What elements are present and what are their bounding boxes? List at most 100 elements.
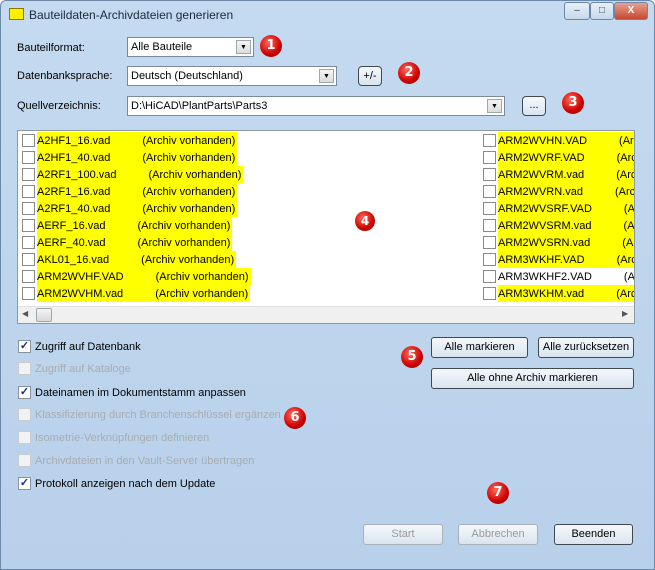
item-checkbox[interactable] — [483, 236, 496, 249]
browse-button[interactable]: ... — [522, 96, 546, 116]
item-checkbox[interactable] — [22, 219, 35, 232]
option-checkbox[interactable]: Isometrie-Verknüpfungen definieren — [18, 431, 209, 444]
callout-marker-2: 2 — [398, 62, 420, 84]
list-item[interactable]: ARM2WVSRM.vad (Arch — [483, 217, 634, 234]
list-item[interactable]: A2HF1_40.vad (Archiv vorhanden) — [22, 149, 251, 166]
start-button[interactable]: Start — [363, 524, 443, 545]
callout-marker-3: 3 — [562, 92, 584, 114]
list-item[interactable]: ARM2WVHF.VAD (Archiv vorhanden) — [22, 268, 251, 285]
archive-status: (Archiv vorhanden) — [137, 219, 231, 232]
item-checkbox[interactable] — [22, 168, 35, 181]
checkbox-box[interactable] — [18, 362, 31, 375]
option-checkbox[interactable]: Zugriff auf Kataloge — [18, 362, 131, 375]
close-button[interactable]: Beenden — [554, 524, 633, 545]
chevron-down-icon[interactable]: ▼ — [236, 40, 251, 54]
datenbanksprache-value: Deutsch (Deutschland) — [131, 70, 243, 82]
list-item[interactable]: ARM3WKHM.vad (Archiv — [483, 285, 634, 302]
item-checkbox[interactable] — [22, 134, 35, 147]
option-label: Archivdateien in den Vault-Server übertr… — [35, 454, 255, 467]
archive-status: (Archiv — [614, 185, 635, 198]
list-item[interactable]: A2HF1_16.vad (Archiv vorhanden) — [22, 132, 251, 149]
item-label: ARM2WVSRN.vad (Arch — [498, 234, 634, 251]
archive-status: (Archiv vorhanden) — [137, 236, 231, 249]
list-item[interactable]: AKL01_16.vad (Archiv vorhanden) — [22, 251, 251, 268]
file-name: AKL01_16.vad — [37, 253, 110, 266]
item-checkbox[interactable] — [483, 134, 496, 147]
mark-all-button[interactable]: Alle markieren — [431, 337, 528, 358]
file-name: A2RF1_16.vad — [37, 185, 111, 198]
archive-status: (Archiv — [619, 134, 634, 147]
list-item[interactable]: ARM2WVHN.VAD (Archiv — [483, 132, 634, 149]
list-item[interactable]: ARM2WVRN.vad (Archiv — [483, 183, 635, 200]
list-item[interactable]: ARM2WVRF.VAD (Archiv — [483, 149, 634, 166]
cancel-button[interactable]: Abbrechen — [458, 524, 538, 545]
item-label: AKL01_16.vad (Archiv vorhanden) — [37, 251, 237, 268]
archive-status: (Archiv vorhanden) — [155, 270, 249, 283]
bauteilformat-select[interactable]: Alle Bauteile ▼ — [127, 37, 254, 57]
datenbanksprache-select[interactable]: Deutsch (Deutschland) ▼ — [127, 66, 337, 86]
checkmark-icon[interactable]: ✓ — [18, 386, 31, 399]
archive-status: (Archiv — [616, 287, 634, 300]
file-name: AERF_40.vad — [37, 236, 106, 249]
file-list[interactable]: A2HF1_16.vad (Archiv vorhanden) A2HF1_40.v… — [17, 130, 635, 324]
minimize-button[interactable]: – — [564, 2, 590, 20]
checkbox-box[interactable] — [18, 454, 31, 467]
item-checkbox[interactable] — [22, 202, 35, 215]
maximize-button[interactable]: □ — [590, 2, 614, 20]
checkbox-box[interactable] — [18, 408, 31, 421]
checkmark-icon[interactable]: ✓ — [18, 340, 31, 353]
list-item[interactable]: ARM2WVSRN.vad (Arch — [483, 234, 634, 251]
item-checkbox[interactable] — [22, 287, 35, 300]
option-label: Zugriff auf Datenbank — [35, 340, 141, 353]
item-checkbox[interactable] — [22, 270, 35, 283]
file-name: AERF_16.vad — [37, 219, 106, 232]
file-name: ARM2WVSRF.VAD — [498, 202, 592, 215]
item-label: ARM2WVRN.vad (Archiv — [498, 183, 635, 200]
item-checkbox[interactable] — [22, 253, 35, 266]
chevron-down-icon[interactable]: ▼ — [319, 69, 334, 83]
plus-minus-button[interactable]: +/- — [358, 66, 382, 86]
option-checkbox[interactable]: ✓ Zugriff auf Datenbank — [18, 340, 141, 353]
list-item[interactable]: AERF_16.vad (Archiv vorhanden) — [22, 217, 251, 234]
list-item[interactable]: ARM3WKHF2.VAD (Arch — [483, 268, 634, 285]
item-label: AERF_16.vad (Archiv vorhanden) — [37, 217, 233, 234]
quellverzeichnis-select[interactable]: D:\HiCAD\PlantParts\Parts3 ▼ — [127, 96, 505, 116]
option-checkbox[interactable]: Archivdateien in den Vault-Server übertr… — [18, 454, 254, 467]
item-checkbox[interactable] — [483, 219, 496, 232]
scrollbar-thumb[interactable] — [36, 308, 52, 322]
scroll-right-icon[interactable]: ▶ — [622, 309, 628, 318]
scroll-left-icon[interactable]: ◀ — [22, 309, 28, 318]
item-checkbox[interactable] — [22, 236, 35, 249]
callout-marker-4: 4 — [355, 211, 375, 231]
item-checkbox[interactable] — [483, 151, 496, 164]
list-item[interactable]: ARM2WVHM.vad (Archiv vorhanden) — [22, 285, 251, 302]
list-item[interactable]: A2RF1_100.vad (Archiv vorhanden) — [22, 166, 251, 183]
list-item[interactable]: A2RF1_40.vad (Archiv vorhanden) — [22, 200, 251, 217]
item-checkbox[interactable] — [22, 151, 35, 164]
option-checkbox[interactable]: Klassifizierung durch Branchenschlüssel … — [18, 408, 281, 421]
file-name: ARM3WKHF2.VAD — [498, 270, 592, 283]
item-label: ARM3WKHF.VAD (Archiv — [498, 251, 634, 268]
chevron-down-icon[interactable]: ▼ — [487, 99, 502, 113]
reset-all-button[interactable]: Alle zurücksetzen — [538, 337, 634, 358]
horizontal-scrollbar[interactable]: ◀ ▶ — [18, 306, 634, 323]
file-name: ARM2WVSRM.vad — [498, 219, 592, 232]
list-item[interactable]: AERF_40.vad (Archiv vorhanden) — [22, 234, 251, 251]
item-checkbox[interactable] — [483, 168, 496, 181]
option-checkbox[interactable]: ✓ Dateinamen im Dokumentstamm anpassen — [18, 386, 246, 399]
close-window-button[interactable]: X — [614, 2, 648, 20]
item-checkbox[interactable] — [483, 185, 496, 198]
list-item[interactable]: A2RF1_16.vad (Archiv vorhanden) — [22, 183, 251, 200]
list-item[interactable]: ARM2WVSRF.VAD (Arch — [483, 200, 634, 217]
list-item[interactable]: ARM3WKHF.VAD (Archiv — [483, 251, 634, 268]
item-checkbox[interactable] — [483, 270, 496, 283]
item-checkbox[interactable] — [22, 185, 35, 198]
option-checkbox[interactable]: ✓ Protokoll anzeigen nach dem Update — [18, 477, 215, 490]
mark-without-archive-button[interactable]: Alle ohne Archiv markieren — [431, 368, 634, 389]
item-checkbox[interactable] — [483, 202, 496, 215]
item-checkbox[interactable] — [483, 287, 496, 300]
checkbox-box[interactable] — [18, 431, 31, 444]
checkmark-icon[interactable]: ✓ — [18, 477, 31, 490]
list-item[interactable]: ARM2WVRM.vad (Archiv — [483, 166, 634, 183]
item-checkbox[interactable] — [483, 253, 496, 266]
